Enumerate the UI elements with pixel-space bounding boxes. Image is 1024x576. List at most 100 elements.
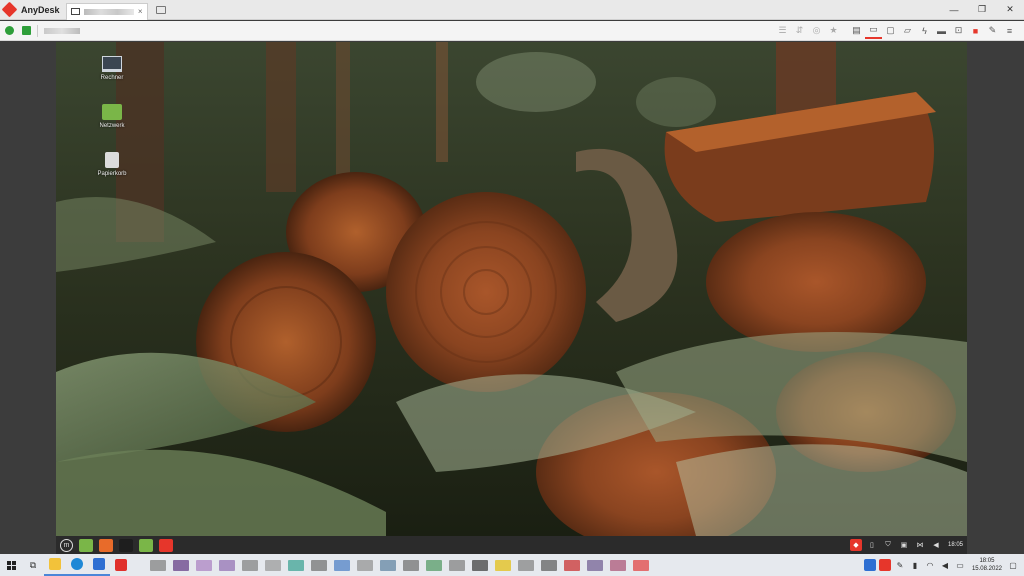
tab-close-icon[interactable]: × (138, 7, 143, 16)
redacted-app-icon[interactable] (403, 559, 419, 571)
title-bar: AnyDesk × — ❐ ✕ (0, 0, 1024, 20)
redacted-app-icon[interactable] (288, 559, 304, 571)
trash-icon (105, 152, 119, 168)
desktop-icon-trash[interactable]: Papierkorb (87, 152, 137, 177)
new-session-icon[interactable] (155, 5, 166, 14)
monitor-icon[interactable]: ▭ (865, 23, 882, 39)
folder-icon (102, 104, 122, 120)
restore-button[interactable]: ❐ (968, 0, 996, 20)
desktop-icon-label: Rechner (100, 75, 124, 81)
wifi-icon[interactable]: ◠ (924, 559, 936, 571)
tray-app-icon[interactable] (863, 559, 876, 571)
task-view-icon[interactable]: ⧉ (22, 554, 44, 576)
anydesk-window: AnyDesk × — ❐ ✕ ☰ ⇵ ◎ ★ ▤ ▭ ▢ ▱ ϟ ▬ ⊡ ■ ✎ ≡ (0, 0, 1024, 576)
anydesk-tray-icon[interactable]: ◆ (849, 539, 862, 551)
whiteboard-pen-icon[interactable]: ✎ (984, 23, 1001, 39)
redacted-app-icon[interactable] (564, 559, 580, 571)
clock-date: 15.08.2022 (971, 566, 1002, 572)
database-icon[interactable]: ◎ (808, 23, 825, 39)
redacted-app-icon[interactable] (173, 559, 189, 571)
outlook-app-icon (93, 558, 105, 570)
panel-clock[interactable]: 18:05 (948, 542, 963, 548)
terminal-app-icon[interactable] (119, 538, 133, 552)
window-controls: — ❐ ✕ (940, 0, 1024, 20)
session-tab[interactable]: × (65, 2, 148, 20)
toolbar-actions: ☰ ⇵ ◎ ★ ▤ ▭ ▢ ▱ ϟ ▬ ⊡ ■ ✎ ≡ (774, 23, 1024, 39)
battery-icon[interactable]: ▮ (909, 559, 921, 571)
redacted-app-icon[interactable] (518, 559, 534, 571)
folder-app-icon[interactable] (139, 538, 153, 552)
pinned-apps (44, 554, 132, 576)
connection-status-icon (5, 26, 14, 35)
favorite-star-icon[interactable]: ★ (825, 23, 842, 39)
speaker-icon[interactable]: ◀ (939, 559, 951, 571)
app-name: AnyDesk (21, 4, 60, 15)
desktop-icon-label: Papierkorb (97, 171, 127, 177)
document-icon[interactable]: ▤ (848, 23, 865, 39)
edge-app[interactable] (66, 554, 88, 576)
message-icon[interactable]: ▱ (899, 23, 916, 39)
anydesk-tray-icon[interactable] (878, 559, 891, 571)
anydesk-logo-icon (1, 1, 18, 18)
redacted-app-icon[interactable] (472, 559, 488, 571)
minimize-button[interactable]: — (940, 0, 968, 20)
edge-app-icon (71, 558, 83, 570)
anydesk-app-icon[interactable] (159, 538, 173, 552)
redacted-app-icon[interactable] (242, 559, 258, 571)
redacted-app-icon[interactable] (541, 559, 557, 571)
redacted-app-icon[interactable] (380, 559, 396, 571)
update-icon[interactable]: ▣ (898, 539, 910, 551)
file-transfer-icon[interactable]: ⇵ (791, 23, 808, 39)
redacted-app-icon[interactable] (311, 559, 327, 571)
volume-icon[interactable]: ◀ (930, 539, 942, 551)
notification-icon[interactable]: ▢ (1006, 558, 1020, 572)
pen-icon[interactable]: ✎ (894, 559, 906, 571)
clock-time: 18:05 (979, 558, 995, 564)
vivaldi-app[interactable] (110, 554, 132, 576)
desktop-icon-folder[interactable]: Netzwerk (87, 104, 137, 129)
windows-logo-icon (6, 560, 16, 570)
keyboard-icon[interactable]: ▬ (933, 23, 950, 39)
redacted-app-icon[interactable] (587, 559, 603, 571)
taskbar-clock[interactable]: 18:05 15.08.2022 (972, 557, 1002, 573)
shield-icon[interactable]: ⛉ (882, 539, 894, 551)
redacted-app-icon[interactable] (334, 559, 350, 571)
outlook-app[interactable] (88, 554, 110, 576)
redacted-app-icon[interactable] (357, 559, 373, 571)
redacted-app-icon[interactable] (610, 559, 626, 571)
input-method-icon[interactable]: ▭ (954, 559, 966, 571)
redacted-app-icon[interactable] (196, 559, 212, 571)
explorer-app[interactable] (44, 554, 66, 576)
desktop-icon-computer[interactable]: Rechner (87, 56, 137, 81)
clipboard-icon[interactable]: ▯ (866, 539, 878, 551)
system-tray: ✎ ▮ ◠ ◀ ▭ 18:05 15.08.2022 ▢ (861, 557, 1024, 573)
mint-menu-icon[interactable]: m (60, 538, 73, 552)
firefox-app-icon[interactable] (99, 538, 113, 552)
vivaldi-app-icon (115, 559, 127, 571)
redacted-app-icon[interactable] (265, 559, 281, 571)
explorer-app-icon (49, 558, 61, 570)
files-app-icon[interactable] (79, 538, 93, 552)
security-shield-icon[interactable] (22, 26, 31, 35)
redacted-apps (150, 559, 656, 571)
redacted-app-icon[interactable] (150, 559, 166, 571)
remote-screen[interactable]: Rechner Netzwerk Papierkorb m ◆ ▯ ⛉ ▣ ⋈ ◀ … (56, 42, 967, 554)
display-icon[interactable]: ▢ (882, 23, 899, 39)
redacted-app-icon[interactable] (633, 559, 649, 571)
remote-panel: m ◆ ▯ ⛉ ▣ ⋈ ◀ 18:05 (56, 536, 967, 554)
close-button[interactable]: ✕ (996, 0, 1024, 20)
redacted-app-icon[interactable] (219, 559, 235, 571)
redacted-app-icon[interactable] (495, 559, 511, 571)
network-icon[interactable]: ⋈ (914, 539, 926, 551)
record-icon[interactable]: ■ (967, 23, 984, 39)
screenshot-icon[interactable]: ⊡ (950, 23, 967, 39)
remote-address-redacted (44, 27, 80, 34)
start-button[interactable] (0, 554, 22, 576)
menu-icon[interactable]: ≡ (1001, 23, 1018, 39)
actions-lightning-icon[interactable]: ϟ (916, 23, 933, 39)
redacted-app-icon[interactable] (426, 559, 442, 571)
redacted-app-icon[interactable] (449, 559, 465, 571)
anydesk-brand[interactable]: AnyDesk (0, 0, 66, 20)
chat-icon[interactable]: ☰ (774, 23, 791, 39)
session-address-redacted (83, 8, 134, 15)
